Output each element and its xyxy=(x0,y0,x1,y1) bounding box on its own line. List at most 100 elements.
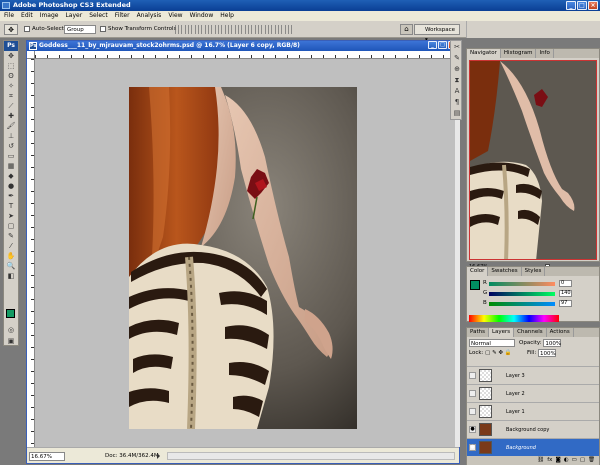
tab-histogram[interactable]: Histogram xyxy=(501,49,537,58)
menu-view[interactable]: View xyxy=(168,11,182,21)
green-slider[interactable] xyxy=(489,292,555,296)
move-tool-icon[interactable]: ✥ xyxy=(4,51,18,61)
green-value-field[interactable]: 140 xyxy=(559,290,572,297)
slice-tool-icon[interactable]: ⟋ xyxy=(4,101,18,111)
gradient-tool-icon[interactable]: ▦ xyxy=(4,161,18,171)
layer-visibility-toggle[interactable] xyxy=(469,372,476,379)
minimize-button[interactable]: _ xyxy=(566,1,576,10)
quick-mask-icon[interactable]: ◎ xyxy=(4,325,18,335)
clone-source-icon[interactable]: ⊕ xyxy=(452,65,462,74)
character-icon[interactable]: A xyxy=(452,87,462,96)
clone-stamp-tool-icon[interactable]: ⊥ xyxy=(4,131,18,141)
type-tool-icon[interactable]: T xyxy=(4,201,18,211)
tab-info[interactable]: Info xyxy=(536,49,554,58)
show-transform-checkbox[interactable] xyxy=(100,26,106,32)
screen-mode-icon[interactable]: ▣ xyxy=(4,336,18,346)
layer-comps-icon[interactable]: ▤ xyxy=(452,109,462,118)
navigator-preview[interactable] xyxy=(469,60,597,260)
document-title-bar[interactable]: Ps Goddess___11_by_mjrauvam_stock2ohrms.… xyxy=(27,41,459,51)
pen-tool-icon[interactable]: ✒ xyxy=(4,191,18,201)
maximize-button[interactable]: □ xyxy=(577,1,587,10)
new-layer-icon[interactable]: ▢ xyxy=(580,456,585,465)
lasso-tool-icon[interactable]: ʘ xyxy=(4,71,18,81)
auto-select-dropdown[interactable]: Group xyxy=(64,25,96,34)
menu-edit[interactable]: Edit xyxy=(21,11,33,21)
tab-channels[interactable]: Channels xyxy=(514,328,547,337)
red-slider[interactable] xyxy=(489,282,555,286)
brushes-icon[interactable]: ✎ xyxy=(452,54,462,63)
layer-row[interactable]: Layer 2 xyxy=(467,384,599,402)
lock-icons[interactable]: ▢ ✎ ✥ 🔒 xyxy=(485,350,512,356)
dodge-tool-icon[interactable]: ● xyxy=(4,181,18,191)
tab-navigator[interactable]: Navigator xyxy=(467,49,501,58)
blend-mode-dropdown[interactable]: Normal xyxy=(469,339,515,347)
layer-visibility-toggle[interactable]: ● xyxy=(469,444,476,451)
color-fg-swatch[interactable] xyxy=(470,280,480,290)
layer-row[interactable]: Layer 3 xyxy=(467,366,599,384)
history-brush-tool-icon[interactable]: ↺ xyxy=(4,141,18,151)
tab-color[interactable]: Color xyxy=(467,267,489,276)
red-value-field[interactable]: 0 xyxy=(559,280,572,287)
canvas-area[interactable] xyxy=(35,59,455,447)
menu-analysis[interactable]: Analysis xyxy=(137,11,162,21)
tab-styles[interactable]: Styles xyxy=(522,267,546,276)
path-selection-tool-icon[interactable]: ➤ xyxy=(4,211,18,221)
blue-slider[interactable] xyxy=(489,302,555,306)
layer-visibility-toggle[interactable]: ● xyxy=(469,426,476,433)
tab-swatches[interactable]: Swatches xyxy=(488,267,522,276)
tab-layers[interactable]: Layers xyxy=(488,328,515,337)
eraser-tool-icon[interactable]: ▭ xyxy=(4,151,18,161)
notes-tool-icon[interactable]: ✎ xyxy=(4,231,18,241)
close-button[interactable]: × xyxy=(588,1,598,10)
foreground-color-swatch[interactable] xyxy=(6,309,15,318)
doc-minimize-button[interactable]: _ xyxy=(428,41,437,49)
layer-row-selected[interactable]: ● Background xyxy=(467,438,599,456)
workspace-dropdown[interactable]: Workspace ▾ xyxy=(414,24,460,43)
move-tool-preset[interactable]: ✥ xyxy=(4,24,18,35)
status-menu-arrow-icon[interactable] xyxy=(157,453,160,459)
layer-visibility-toggle[interactable] xyxy=(469,390,476,397)
paragraph-icon[interactable]: ¶ xyxy=(452,98,462,107)
menu-layer[interactable]: Layer xyxy=(65,11,82,21)
tool-presets-icon[interactable]: ✂ xyxy=(452,43,462,52)
vertical-ruler[interactable] xyxy=(27,59,35,447)
go-to-bridge-icon[interactable]: ⌂ xyxy=(400,24,413,35)
color-spectrum-ramp[interactable] xyxy=(469,315,559,322)
ruler-origin[interactable] xyxy=(27,51,35,59)
healing-brush-tool-icon[interactable]: ✚ xyxy=(4,111,18,121)
layer-mask-icon[interactable]: ◙ xyxy=(555,456,560,465)
zoom-tool-icon[interactable]: 🔍 xyxy=(4,261,18,271)
tab-actions[interactable]: Actions xyxy=(547,328,574,337)
doc-maximize-button[interactable]: □ xyxy=(438,41,447,49)
eyedropper-tool-icon[interactable]: ⁄ xyxy=(4,241,18,251)
link-layers-icon[interactable]: ⛓ xyxy=(537,456,544,465)
menu-select[interactable]: Select xyxy=(89,11,108,21)
new-group-icon[interactable]: ▭ xyxy=(572,456,577,465)
layer-style-icon[interactable]: fx xyxy=(547,456,552,465)
adjustment-layer-icon[interactable]: ◐ xyxy=(564,456,569,465)
menu-help[interactable]: Help xyxy=(220,11,234,21)
menu-image[interactable]: Image xyxy=(40,11,59,21)
layer-visibility-toggle[interactable] xyxy=(469,408,476,415)
align-distribute-icons[interactable] xyxy=(175,25,293,34)
delete-layer-icon[interactable]: 🗑 xyxy=(588,456,595,465)
marquee-tool-icon[interactable]: ⬚ xyxy=(4,61,18,71)
layer-row[interactable]: Layer 1 xyxy=(467,402,599,420)
menu-file[interactable]: File xyxy=(4,11,14,21)
horizontal-ruler[interactable] xyxy=(35,51,455,59)
crop-tool-icon[interactable]: ⌗ xyxy=(4,91,18,101)
auto-select-checkbox[interactable] xyxy=(24,26,30,32)
tab-paths[interactable]: Paths xyxy=(467,328,489,337)
shape-tool-icon[interactable]: ▢ xyxy=(4,221,18,231)
default-colors-icon[interactable]: ◧ xyxy=(4,271,18,281)
menu-filter[interactable]: Filter xyxy=(115,11,130,21)
brush-tool-icon[interactable]: 🖌 xyxy=(4,121,18,131)
magic-wand-tool-icon[interactable]: ✧ xyxy=(4,81,18,91)
horizontal-scrollbar[interactable] xyxy=(167,452,455,460)
blur-tool-icon[interactable]: ◆ xyxy=(4,171,18,181)
layer-row[interactable]: ● Background copy xyxy=(467,420,599,438)
hand-tool-icon[interactable]: ✋ xyxy=(4,251,18,261)
history-icon[interactable]: ⧗ xyxy=(452,76,462,85)
opacity-field[interactable]: 100% xyxy=(543,339,562,347)
zoom-level-field[interactable]: 16.67% xyxy=(29,452,65,461)
